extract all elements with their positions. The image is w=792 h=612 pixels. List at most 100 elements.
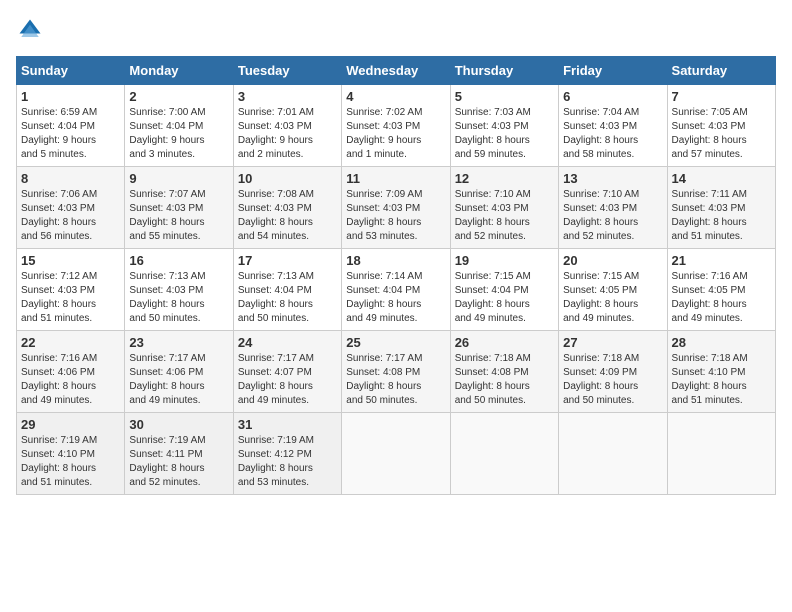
day-number: 22	[21, 335, 120, 350]
day-info: Sunrise: 7:12 AM Sunset: 4:03 PM Dayligh…	[21, 270, 120, 326]
header-sunday: Sunday	[17, 57, 125, 85]
week-row-4: 22 Sunrise: 7:16 AM Sunset: 4:06 PM Dayli…	[17, 331, 776, 413]
day-info: Sunrise: 7:18 AM Sunset: 4:08 PM Dayligh…	[455, 352, 554, 408]
day-cell: 26 Sunrise: 7:18 AM Sunset: 4:08 PM Dayli…	[450, 331, 558, 413]
day-cell: 20 Sunrise: 7:15 AM Sunset: 4:05 PM Dayli…	[559, 249, 667, 331]
day-cell: 8 Sunrise: 7:06 AM Sunset: 4:03 PM Daylig…	[17, 167, 125, 249]
day-number: 5	[455, 89, 554, 104]
day-info: Sunrise: 7:14 AM Sunset: 4:04 PM Dayligh…	[346, 270, 445, 326]
day-cell: 23Sunrise: 7:17 AM Sunset: 4:06 PM Dayli…	[125, 331, 233, 413]
day-info: Sunrise: 7:15 AM Sunset: 4:04 PM Dayligh…	[455, 270, 554, 326]
day-number: 4	[346, 89, 445, 104]
day-number: 13	[563, 171, 662, 186]
day-number: 19	[455, 253, 554, 268]
week-row-5: 29 Sunrise: 7:19 AM Sunset: 4:10 PM Dayli…	[17, 413, 776, 495]
day-cell	[342, 413, 450, 495]
day-info: Sunrise: 7:04 AM Sunset: 4:03 PM Dayligh…	[563, 106, 662, 162]
day-number: 6	[563, 89, 662, 104]
day-number: 18	[346, 253, 445, 268]
day-cell	[667, 413, 775, 495]
day-number: 29	[21, 417, 120, 432]
day-cell: 22 Sunrise: 7:16 AM Sunset: 4:06 PM Dayli…	[17, 331, 125, 413]
day-number: 28	[672, 335, 771, 350]
day-info: Sunrise: 7:13 AM Sunset: 4:04 PM Dayligh…	[238, 270, 337, 326]
day-number: 7	[672, 89, 771, 104]
day-cell: 30Sunrise: 7:19 AM Sunset: 4:11 PM Dayli…	[125, 413, 233, 495]
day-info: Sunrise: 7:17 AM Sunset: 4:08 PM Dayligh…	[346, 352, 445, 408]
day-number: 27	[563, 335, 662, 350]
day-info: Sunrise: 7:08 AM Sunset: 4:03 PM Dayligh…	[238, 188, 337, 244]
day-number: 20	[563, 253, 662, 268]
day-cell: 1 Sunrise: 6:59 AM Sunset: 4:04 PM Daylig…	[17, 85, 125, 167]
day-number: 26	[455, 335, 554, 350]
day-cell: 17Sunrise: 7:13 AM Sunset: 4:04 PM Dayli…	[233, 249, 341, 331]
day-info: Sunrise: 7:00 AM Sunset: 4:04 PM Dayligh…	[129, 106, 228, 162]
day-info: Sunrise: 7:13 AM Sunset: 4:03 PM Dayligh…	[129, 270, 228, 326]
day-info: Sunrise: 7:18 AM Sunset: 4:09 PM Dayligh…	[563, 352, 662, 408]
day-info: Sunrise: 7:05 AM Sunset: 4:03 PM Dayligh…	[672, 106, 771, 162]
day-cell: 24 Sunrise: 7:17 AM Sunset: 4:07 PM Dayli…	[233, 331, 341, 413]
day-info: Sunrise: 7:07 AM Sunset: 4:03 PM Dayligh…	[129, 188, 228, 244]
day-info: Sunrise: 7:09 AM Sunset: 4:03 PM Dayligh…	[346, 188, 445, 244]
day-cell: 28 Sunrise: 7:18 AM Sunset: 4:10 PM Dayli…	[667, 331, 775, 413]
day-info: Sunrise: 6:59 AM Sunset: 4:04 PM Dayligh…	[21, 106, 120, 162]
day-cell: 5 Sunrise: 7:03 AM Sunset: 4:03 PM Daylig…	[450, 85, 558, 167]
day-info: Sunrise: 7:01 AM Sunset: 4:03 PM Dayligh…	[238, 106, 337, 162]
day-cell	[450, 413, 558, 495]
day-cell: 14 Sunrise: 7:11 AM Sunset: 4:03 PM Dayli…	[667, 167, 775, 249]
day-info: Sunrise: 7:19 AM Sunset: 4:10 PM Dayligh…	[21, 434, 120, 490]
day-info: Sunrise: 7:11 AM Sunset: 4:03 PM Dayligh…	[672, 188, 771, 244]
day-number: 10	[238, 171, 337, 186]
day-cell: 27 Sunrise: 7:18 AM Sunset: 4:09 PM Dayli…	[559, 331, 667, 413]
day-number: 31	[238, 417, 337, 432]
week-row-3: 15 Sunrise: 7:12 AM Sunset: 4:03 PM Dayli…	[17, 249, 776, 331]
day-cell: 3 Sunrise: 7:01 AM Sunset: 4:03 PM Daylig…	[233, 85, 341, 167]
day-number: 1	[21, 89, 120, 104]
day-info: Sunrise: 7:16 AM Sunset: 4:06 PM Dayligh…	[21, 352, 120, 408]
day-number: 23	[129, 335, 228, 350]
day-cell: 6 Sunrise: 7:04 AM Sunset: 4:03 PM Daylig…	[559, 85, 667, 167]
day-info: Sunrise: 7:19 AM Sunset: 4:12 PM Dayligh…	[238, 434, 337, 490]
day-cell: 19 Sunrise: 7:15 AM Sunset: 4:04 PM Dayli…	[450, 249, 558, 331]
header-friday: Friday	[559, 57, 667, 85]
day-number: 24	[238, 335, 337, 350]
day-info: Sunrise: 7:15 AM Sunset: 4:05 PM Dayligh…	[563, 270, 662, 326]
day-cell	[559, 413, 667, 495]
calendar: SundayMondayTuesdayWednesdayThursdayFrid…	[16, 56, 776, 495]
day-info: Sunrise: 7:02 AM Sunset: 4:03 PM Dayligh…	[346, 106, 445, 162]
week-row-2: 8 Sunrise: 7:06 AM Sunset: 4:03 PM Daylig…	[17, 167, 776, 249]
day-cell: 7 Sunrise: 7:05 AM Sunset: 4:03 PM Daylig…	[667, 85, 775, 167]
day-number: 15	[21, 253, 120, 268]
header-wednesday: Wednesday	[342, 57, 450, 85]
day-number: 21	[672, 253, 771, 268]
header-saturday: Saturday	[667, 57, 775, 85]
day-cell: 2 Sunrise: 7:00 AM Sunset: 4:04 PM Daylig…	[125, 85, 233, 167]
day-cell: 16 Sunrise: 7:13 AM Sunset: 4:03 PM Dayli…	[125, 249, 233, 331]
day-number: 16	[129, 253, 228, 268]
day-cell: 25 Sunrise: 7:17 AM Sunset: 4:08 PM Dayli…	[342, 331, 450, 413]
day-number: 2	[129, 89, 228, 104]
day-cell: 18 Sunrise: 7:14 AM Sunset: 4:04 PM Dayli…	[342, 249, 450, 331]
day-number: 11	[346, 171, 445, 186]
day-cell: 21 Sunrise: 7:16 AM Sunset: 4:05 PM Dayli…	[667, 249, 775, 331]
day-cell: 10 Sunrise: 7:08 AM Sunset: 4:03 PM Dayli…	[233, 167, 341, 249]
day-cell: 9Sunrise: 7:07 AM Sunset: 4:03 PM Daylig…	[125, 167, 233, 249]
page-header	[16, 16, 776, 44]
day-cell: 15 Sunrise: 7:12 AM Sunset: 4:03 PM Dayli…	[17, 249, 125, 331]
day-info: Sunrise: 7:10 AM Sunset: 4:03 PM Dayligh…	[563, 188, 662, 244]
week-row-1: 1 Sunrise: 6:59 AM Sunset: 4:04 PM Daylig…	[17, 85, 776, 167]
day-info: Sunrise: 7:19 AM Sunset: 4:11 PM Dayligh…	[129, 434, 228, 490]
day-info: Sunrise: 7:18 AM Sunset: 4:10 PM Dayligh…	[672, 352, 771, 408]
day-cell: 12Sunrise: 7:10 AM Sunset: 4:03 PM Dayli…	[450, 167, 558, 249]
day-number: 14	[672, 171, 771, 186]
day-info: Sunrise: 7:03 AM Sunset: 4:03 PM Dayligh…	[455, 106, 554, 162]
day-cell: 31 Sunrise: 7:19 AM Sunset: 4:12 PM Dayli…	[233, 413, 341, 495]
day-number: 8	[21, 171, 120, 186]
day-number: 25	[346, 335, 445, 350]
day-info: Sunrise: 7:06 AM Sunset: 4:03 PM Dayligh…	[21, 188, 120, 244]
day-cell: 11 Sunrise: 7:09 AM Sunset: 4:03 PM Dayli…	[342, 167, 450, 249]
day-info: Sunrise: 7:16 AM Sunset: 4:05 PM Dayligh…	[672, 270, 771, 326]
logo-icon	[16, 16, 44, 44]
day-info: Sunrise: 7:17 AM Sunset: 4:07 PM Dayligh…	[238, 352, 337, 408]
day-number: 3	[238, 89, 337, 104]
